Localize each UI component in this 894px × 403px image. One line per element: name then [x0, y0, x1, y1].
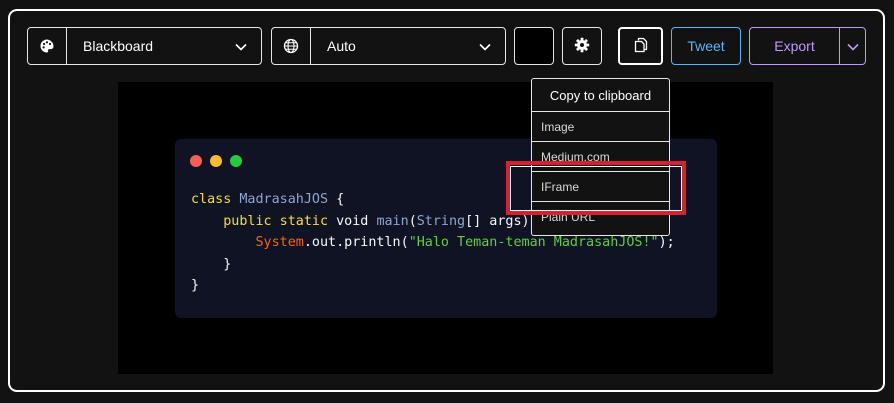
theme-select[interactable]: Blackboard [27, 27, 262, 65]
highlight-box-inner [510, 166, 682, 211]
globe-icon [272, 28, 311, 64]
palette-icon [28, 28, 67, 64]
window-dot-close [190, 155, 202, 167]
chevron-down-icon [846, 38, 859, 54]
window-dot-minimize [210, 155, 222, 167]
settings-button[interactable] [562, 27, 602, 65]
theme-select-value: Blackboard [83, 38, 154, 54]
chevron-down-icon [479, 38, 491, 54]
copy-icon [634, 37, 648, 56]
chevron-down-icon [235, 38, 247, 54]
tweet-button[interactable]: Tweet [671, 27, 741, 65]
copy-button[interactable] [618, 27, 663, 65]
language-select[interactable]: Auto [271, 27, 506, 65]
copy-menu-header: Copy to clipboard [532, 79, 669, 112]
background-color-swatch[interactable] [514, 27, 554, 65]
menu-item-image[interactable]: Image [532, 112, 669, 142]
language-select-value: Auto [327, 38, 356, 54]
code-line: } [191, 278, 200, 293]
gear-icon [574, 37, 590, 56]
export-button[interactable]: Export [749, 27, 840, 65]
window-dot-maximize [230, 155, 242, 167]
export-options-button[interactable] [839, 27, 866, 65]
code-line: } [191, 256, 232, 272]
